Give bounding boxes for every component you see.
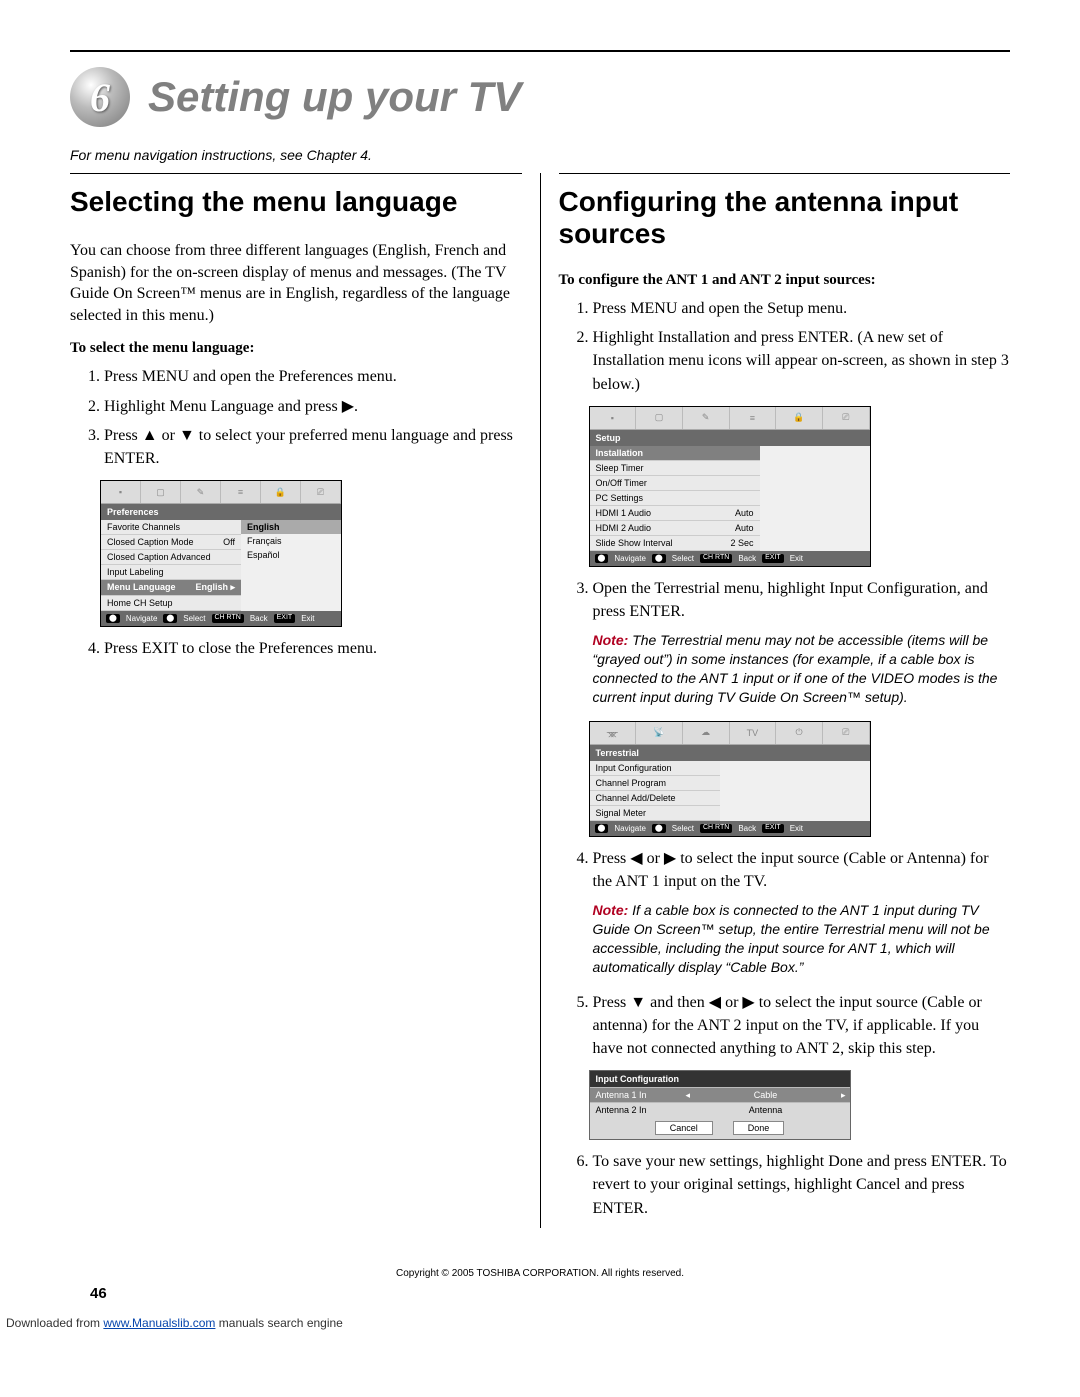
osd-tab-icon: ▢	[141, 481, 181, 503]
osd-panel-title: Preferences	[101, 504, 341, 520]
menu-row: HDMI 1 AudioAuto	[590, 506, 760, 521]
preferences-osd: ▪ ▢ ✎ ≡ 🔒 ⎚ Preferences Favorite Channel…	[100, 480, 342, 627]
right-steps-cont4: To save your new settings, highlight Don…	[559, 1150, 1011, 1220]
right-step-6: To save your new settings, highlight Don…	[593, 1150, 1011, 1220]
osd-tab-icon: ≡	[221, 481, 261, 503]
right-steps-cont3: Press ▼ and then ◀ or ▶ to select the in…	[559, 991, 1011, 1061]
left-intro-paragraph: You can choose from three different lang…	[70, 240, 522, 326]
left-arrow-icon: ◂	[686, 1090, 691, 1101]
right-step-3: Open the Terrestrial menu, highlight Inp…	[593, 577, 1011, 623]
osd-tab-icon: ⎚	[823, 722, 870, 744]
right-step-1: Press MENU and open the Setup menu.	[593, 297, 1011, 320]
right-arrow-icon: ▶	[342, 398, 354, 415]
section-heading-right: Configuring the antenna input sources	[559, 186, 1011, 250]
menu-row: Sleep Timer	[590, 461, 760, 476]
right-arrow-icon: ▶	[742, 994, 754, 1011]
left-steps-cont: Press EXIT to close the Preferences menu…	[70, 637, 522, 660]
note-2: Note: If a cable box is connected to the…	[593, 901, 1011, 977]
down-arrow-icon: ▼	[630, 994, 646, 1011]
right-steps-cont2: Press ◀ or ▶ to select the input source …	[559, 847, 1011, 893]
left-step-1: Press MENU and open the Preferences menu…	[104, 365, 522, 388]
osd-panel-title: Terrestrial	[590, 745, 870, 761]
note-label: Note:	[593, 632, 629, 648]
down-arrow-icon: ▼	[179, 427, 195, 444]
setup-osd: ▪ ▢ ✎ ≡ 🔒 ⎚ Setup InstallationSleep Time…	[589, 406, 871, 567]
menu-row: Home CH Setup	[101, 596, 241, 611]
osd-panel-title: Setup	[590, 430, 870, 446]
left-step-2: Highlight Menu Language and press ▶.	[104, 395, 522, 418]
cancel-button: Cancel	[655, 1121, 713, 1135]
menu-row: HDMI 2 AudioAuto	[590, 521, 760, 536]
menu-row: PC Settings	[590, 491, 760, 506]
left-arrow-icon: ◀	[709, 994, 721, 1011]
inputcfg-title: Input Configuration	[590, 1071, 850, 1087]
menu-row: Signal Meter	[590, 806, 720, 821]
menu-row: Favorite Channels	[101, 520, 241, 535]
osd-tab-icon: ✎	[683, 407, 730, 429]
osd-tab-icon: ≡	[730, 407, 777, 429]
menu-row: Closed Caption Advanced	[101, 550, 241, 565]
download-footer: Downloaded from www.Manualslib.com manua…	[0, 1302, 1080, 1342]
osd-tab-icon: ⎚	[823, 407, 870, 429]
osd-nav-hints: ⬤Navigate⬤SelectCH RTNBackEXITExit	[101, 611, 341, 626]
right-column: Configuring the antenna input sources To…	[541, 173, 1011, 1228]
osd-tab-icon: ᚘ	[590, 722, 637, 744]
osd-tab-icon: ✎	[181, 481, 221, 503]
input-configuration-panel: Input Configuration Antenna 1 In◂Cable▸A…	[589, 1070, 851, 1140]
right-steps-cont1: Open the Terrestrial menu, highlight Inp…	[559, 577, 1011, 623]
note-1: Note: The Terrestrial menu may not be ac…	[593, 631, 1011, 707]
right-steps: Press MENU and open the Setup menu. High…	[559, 297, 1011, 396]
language-option: Español	[241, 548, 341, 562]
right-step-2: Highlight Installation and press ENTER. …	[593, 326, 1011, 396]
osd-tab-icon: ☁	[683, 722, 730, 744]
osd-tab-icon: ⎚	[301, 481, 341, 503]
osd-tab-icon: 🔒	[261, 481, 301, 503]
right-arrow-icon: ▸	[841, 1090, 846, 1101]
osd-tab-icon: TV	[730, 722, 777, 744]
right-step-4: Press ◀ or ▶ to select the input source …	[593, 847, 1011, 893]
done-button: Done	[733, 1121, 785, 1135]
osd-tab-icon: ▪	[101, 481, 141, 503]
left-step-3: Press ▲ or ▼ to select your preferred me…	[104, 424, 522, 470]
manualslib-link[interactable]: www.Manualslib.com	[103, 1316, 215, 1330]
left-steps: Press MENU and open the Preferences menu…	[70, 365, 522, 470]
language-option: English	[241, 520, 341, 534]
menu-row: Installation	[590, 446, 760, 461]
right-step-5: Press ▼ and then ◀ or ▶ to select the in…	[593, 991, 1011, 1061]
menu-row: Input Configuration	[590, 761, 720, 776]
right-sub-heading: To configure the ANT 1 and ANT 2 input s…	[559, 272, 1011, 289]
copyright-line: Copyright © 2005 TOSHIBA CORPORATION. Al…	[0, 1268, 1080, 1279]
osd-tab-icon: 📡	[636, 722, 683, 744]
inputcfg-row: Antenna 2 InAntenna	[590, 1102, 850, 1117]
left-step-4: Press EXIT to close the Preferences menu…	[104, 637, 522, 660]
menu-row: On/Off Timer	[590, 476, 760, 491]
osd-tab-icon: ▪	[590, 407, 637, 429]
menu-row: Channel Program	[590, 776, 720, 791]
chapter-header: 6 Setting up your TV	[0, 52, 1080, 127]
osd-nav-hints: ⬤Navigate⬤SelectCH RTNBackEXITExit	[590, 821, 870, 836]
language-option: Français	[241, 534, 341, 548]
menu-row: Menu LanguageEnglish ▸	[101, 580, 241, 596]
menu-row: Slide Show Interval2 Sec	[590, 536, 760, 551]
section-heading-left: Selecting the menu language	[70, 186, 522, 218]
menu-row: Input Labeling	[101, 565, 241, 580]
chapter-number-badge: 6	[70, 67, 130, 127]
up-arrow-icon: ▲	[142, 427, 158, 444]
left-column: Selecting the menu language You can choo…	[70, 173, 541, 1228]
terrestrial-osd: ᚘ 📡 ☁ TV ⏻ ⎚ Terrestrial Input Configura…	[589, 721, 871, 837]
left-sub-heading: To select the menu language:	[70, 340, 522, 357]
left-arrow-icon: ◀	[630, 850, 642, 867]
right-arrow-icon: ▶	[664, 850, 676, 867]
osd-nav-hints: ⬤Navigate⬤SelectCH RTNBackEXITExit	[590, 551, 870, 566]
osd-tab-icon: 🔒	[776, 407, 823, 429]
osd-tab-icon: ▢	[636, 407, 683, 429]
chapter-title: Setting up your TV	[148, 73, 521, 121]
intro-note: For menu navigation instructions, see Ch…	[0, 127, 1080, 173]
osd-tab-icon: ⏻	[776, 722, 823, 744]
inputcfg-row: Antenna 1 In◂Cable▸	[590, 1087, 850, 1102]
page-number: 46	[0, 1279, 1080, 1302]
note-label: Note:	[593, 902, 629, 918]
menu-row: Channel Add/Delete	[590, 791, 720, 806]
menu-row: Closed Caption ModeOff	[101, 535, 241, 550]
